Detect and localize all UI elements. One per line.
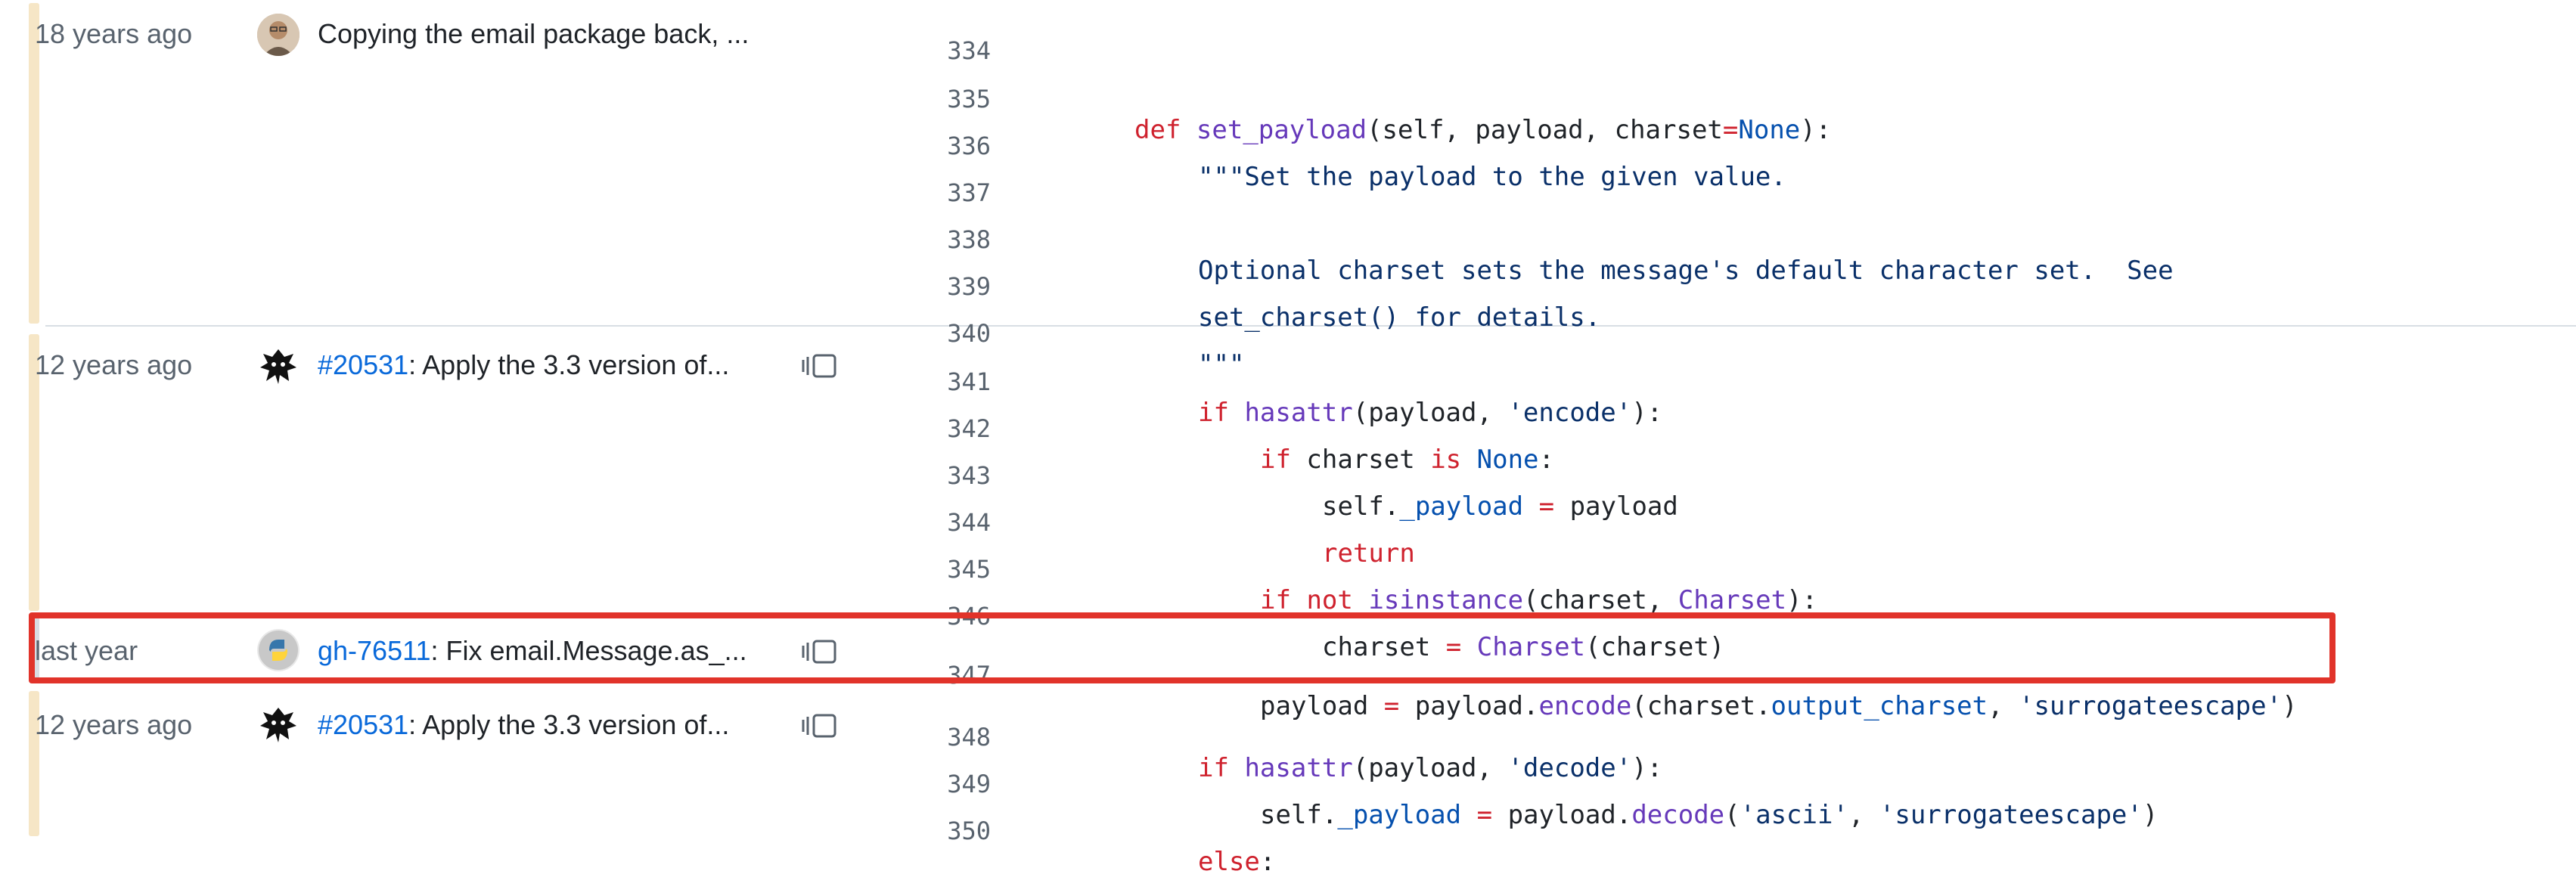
code-line-338: 338 Optional charset sets the message's … [0,195,2576,286]
code-line-341: 341 if hasattr(payload, 'encode'): [0,337,2576,428]
code-line-344: 344 return [0,478,2576,569]
line-number[interactable]: 350 [877,817,991,845]
code-line-340: 340 """ [0,289,2576,380]
code-line-339: 339 set_charset() for details. [0,242,2576,333]
token: else [1198,847,1260,877]
code-line-346: 346 charset = Charset(charset) [0,572,2576,662]
code-line-334: 334 [0,6,2576,65]
code-line-337: 337 [0,148,2576,207]
code-line-345: 345 if not isinstance(charset, Charset): [0,525,2576,615]
code-text: else: [1198,847,1275,877]
code-line-350: 350 else: [0,786,2576,877]
code-line-348: 348 if hasattr(payload, 'decode'): [0,693,2576,783]
highlight-annotation-box [29,612,2335,683]
code-line-349: 349 self._payload = payload.decode('asci… [0,739,2576,830]
code-line-343: 343 self._payload = payload [0,431,2576,522]
token: : [1259,847,1276,877]
code-line-335: 335 def set_payload(self, payload, chars… [0,54,2576,145]
code-line-342: 342 if charset is None: [0,384,2576,475]
code-line-336: 336 """Set the payload to the given valu… [0,101,2576,192]
